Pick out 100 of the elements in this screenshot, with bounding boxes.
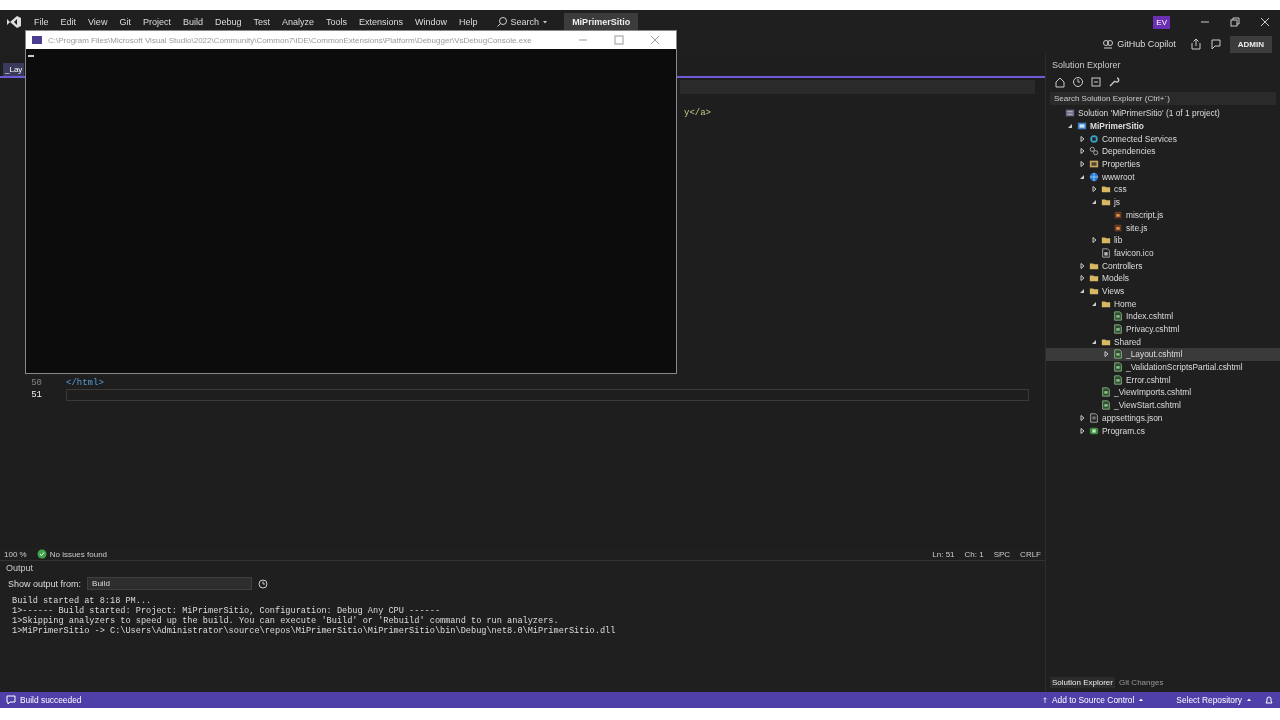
whitespace-mode[interactable]: SPC	[993, 549, 1011, 559]
expanded-arrow-icon[interactable]	[1090, 198, 1098, 207]
tree-item[interactable]: site.js	[1046, 221, 1280, 234]
tree-item[interactable]: Solution 'MiPrimerSitio' (1 of 1 project)	[1046, 107, 1280, 120]
clock-icon[interactable]	[258, 578, 269, 589]
menu-item[interactable]: Project	[136, 17, 177, 27]
collapsed-arrow-icon[interactable]	[1078, 274, 1086, 283]
tree-item[interactable]: Properties	[1046, 157, 1280, 171]
dependencies-icon	[1089, 146, 1099, 157]
collapsed-arrow-icon[interactable]	[1078, 134, 1086, 143]
output-line: 1>Skipping analyzers to speed up the build. You can execute 'Build' or 'Rebuild' command to run analyzers.	[12, 616, 560, 626]
tree-item[interactable]: Program.cs	[1046, 424, 1280, 437]
collapsed-arrow-icon[interactable]	[1078, 426, 1086, 435]
menu-item[interactable]: Edit	[54, 17, 83, 27]
user-avatar[interactable]: EV	[1153, 15, 1170, 29]
line-position[interactable]: Ln: 51	[932, 549, 955, 559]
restore-icon[interactable]	[1229, 16, 1241, 28]
tree-item[interactable]: miscript.js	[1046, 208, 1280, 222]
tree-item[interactable]: Index.cshtml	[1046, 310, 1280, 323]
output-line: 1>------ Build started: Project: MiPrimerSitio, Configuration: Debug Any CPU ------	[12, 606, 442, 616]
page-icon	[1113, 311, 1123, 322]
close-icon[interactable]	[1259, 16, 1271, 28]
panel-tab[interactable]: Solution Explorer	[1050, 677, 1115, 688]
home-icon[interactable]	[1054, 76, 1066, 88]
collapsed-arrow-icon[interactable]	[1078, 261, 1086, 270]
tree-item[interactable]: lib	[1046, 233, 1280, 247]
tree-item[interactable]: Connected Services	[1046, 132, 1280, 146]
collapse-icon[interactable]	[1090, 76, 1102, 88]
tree-item[interactable]: Controllers	[1046, 259, 1280, 272]
status-message: Build succeeded	[20, 695, 82, 705]
menu-item[interactable]: Test	[247, 17, 276, 27]
folder-icon	[1101, 235, 1111, 246]
panel-title: Output	[6, 563, 34, 573]
menu-item[interactable]: Help	[453, 17, 484, 27]
collapsed-arrow-icon[interactable]	[1090, 185, 1098, 194]
properties-icon	[1089, 159, 1099, 170]
script-icon	[1113, 209, 1123, 220]
expanded-arrow-icon[interactable]	[1066, 122, 1074, 131]
source-control-button[interactable]: Add to Source Control	[1035, 694, 1151, 706]
char-position[interactable]: Ch: 1	[964, 549, 984, 559]
line-ending[interactable]: CRLF	[1020, 549, 1041, 559]
tree-item[interactable]: Dependencies	[1046, 145, 1280, 158]
tree-item[interactable]: css	[1046, 183, 1280, 196]
solution-icon	[1065, 108, 1075, 119]
menu-item[interactable]: View	[82, 17, 114, 27]
text-cursor	[28, 55, 34, 57]
collapsed-arrow-icon[interactable]	[1078, 413, 1086, 422]
tree-item[interactable]: _Layout.cshtml	[1046, 348, 1280, 361]
bell-icon[interactable]	[1264, 695, 1274, 705]
zoom-level[interactable]: 100 %	[4, 549, 27, 559]
tree-item[interactable]: Home	[1046, 297, 1280, 310]
search-field[interactable]: Search Solution Explorer (Ctrl+´)	[1050, 92, 1276, 105]
tree-item[interactable]: _ViewImports.cshtml	[1046, 386, 1280, 399]
menu-item[interactable]: Git	[113, 17, 137, 27]
menu-item[interactable]: Analyze	[276, 17, 320, 27]
menu-item[interactable]: Extensions	[353, 17, 410, 27]
page-icon	[1113, 349, 1123, 360]
collapsed-arrow-icon[interactable]	[1078, 160, 1086, 169]
issues-status[interactable]: No issues found	[49, 549, 108, 559]
menu-item[interactable]: Tools	[320, 17, 354, 27]
output-line: 1>MiPrimerSitio -> C:\Users\Administrator\source\repos\MiPrimerSitio\MiPrimerSitio\bin\Debug\net8.0\MiPrimerSitio.dll	[12, 626, 617, 636]
code-text: </html>	[66, 378, 104, 388]
tree-item[interactable]: Shared	[1046, 335, 1280, 349]
folder-icon	[1101, 184, 1111, 195]
share-icon[interactable]	[1189, 38, 1202, 50]
tree-item[interactable]: Views	[1046, 284, 1280, 298]
menu-item[interactable]: File	[28, 17, 55, 27]
tree-item[interactable]: Models	[1046, 271, 1280, 285]
feedback-icon[interactable]	[1209, 38, 1222, 50]
collapsed-arrow-icon[interactable]	[1090, 236, 1098, 245]
menu-item[interactable]: Window	[409, 17, 454, 27]
clock-icon[interactable]	[1072, 76, 1084, 88]
tree-item[interactable]: Privacy.cshtml	[1046, 322, 1280, 336]
window-title: C:\Program Files\Microsoft Visual Studio\2022\Community\Common7\IDE\CommonExtensions\Platform\Debugger\VsDebugConsole.exe	[48, 35, 532, 45]
menu-item[interactable]: Debug	[208, 17, 248, 27]
tree-item[interactable]: _ViewStart.cshtml	[1046, 398, 1280, 412]
tree-item[interactable]: js	[1046, 195, 1280, 209]
tree-item[interactable]: appsettings.json	[1046, 411, 1280, 425]
account-button[interactable]: ADMIN	[1229, 35, 1272, 53]
page-icon	[1101, 387, 1111, 398]
search-button[interactable]: Search	[489, 15, 555, 29]
tree-item[interactable]: _ValidationScriptsPartial.cshtml	[1046, 360, 1280, 374]
menu-item[interactable]: Build	[176, 17, 209, 27]
repository-button[interactable]: Select Repository	[1170, 694, 1258, 706]
project-icon	[1077, 121, 1087, 132]
solution-name: MiPrimerSitio	[564, 13, 639, 31]
service-icon	[1089, 133, 1099, 144]
copilot-button[interactable]: GitHub Copilot	[1096, 37, 1182, 51]
source-dropdown[interactable]: Build	[87, 577, 253, 590]
collapsed-arrow-icon[interactable]	[1102, 350, 1110, 359]
page-icon	[1113, 362, 1123, 373]
tree-item[interactable]: Error.cshtml	[1046, 373, 1280, 387]
tree-item[interactable]: MiPrimerSitio	[1046, 119, 1280, 133]
panel-tab[interactable]: Git Changes	[1116, 677, 1166, 688]
check-icon	[36, 549, 47, 559]
tree-item[interactable]: favicon.ico	[1046, 246, 1280, 260]
collapsed-arrow-icon[interactable]	[1078, 147, 1086, 156]
document-tab[interactable]: _Lay	[3, 63, 25, 76]
tree-item[interactable]: wwwroot	[1046, 170, 1280, 184]
output-line: Build started at 8:18 PM...	[12, 596, 153, 606]
